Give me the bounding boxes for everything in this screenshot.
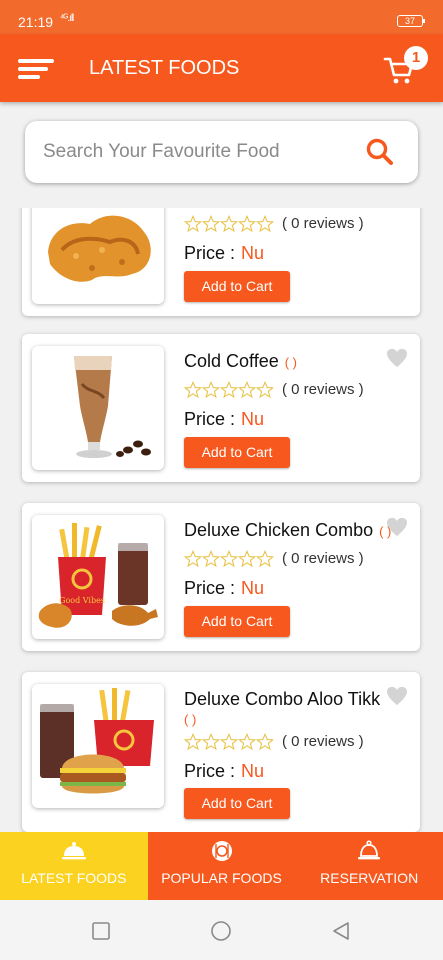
food-card[interactable]: Deluxe Combo Aloo Tikk ( ) ( 0 reviews )… [22,672,420,832]
star-icon[interactable] [238,550,256,568]
bell-icon [358,840,381,860]
star-icon[interactable] [238,733,256,751]
back-icon[interactable] [330,920,352,942]
tab-latest-foods[interactable]: LATEST FOODS [0,832,148,900]
review-count: ( 0 reviews ) [282,733,364,750]
food-list[interactable]: ( 0 reviews ) Price : Nu Add to Cart Cold… [0,208,443,832]
price-label: Price : [184,761,236,781]
food-description: ( ) [184,712,197,727]
home-icon[interactable] [210,920,232,942]
food-card[interactable]: Cold Coffee ( ) ( 0 reviews ) Price : Nu A… [22,334,420,482]
star-icon[interactable] [220,733,238,751]
add-to-cart-button[interactable]: Add to Cart [184,788,290,819]
battery-icon: 37 [397,15,425,27]
search-input[interactable]: Search Your Favourite Food [25,121,418,183]
star-icon[interactable] [184,381,202,399]
food-card[interactable]: ( 0 reviews ) Price : Nu Add to Cart [22,208,420,316]
brand-logo-text: Good Vibes [59,596,105,605]
star-icon[interactable] [184,733,202,751]
food-card[interactable]: Good Vibes Deluxe Chicken Combo( ) ( 0 r… [22,503,420,651]
heart-icon[interactable] [386,517,408,537]
cart-count-badge[interactable]: 1 [404,46,428,70]
recent-apps-icon[interactable] [90,920,112,942]
system-nav-bar [0,900,443,960]
star-icon[interactable] [184,215,202,233]
review-count: ( 0 reviews ) [282,381,364,398]
food-name[interactable]: Deluxe Combo Aloo Tikk [184,688,414,710]
food-image [32,208,164,304]
price-currency: Nu [241,409,265,429]
rating-stars[interactable]: ( 0 reviews ) [184,214,364,234]
app-bar: LATEST FOODS 1 [0,34,443,102]
rating-stars[interactable]: ( 0 reviews ) [184,380,364,400]
food-name-text: Cold Coffee [184,351,279,371]
plate-icon [211,841,232,861]
add-to-cart-button[interactable]: Add to Cart [184,437,290,468]
food-name[interactable]: Deluxe Chicken Combo( ) [184,519,391,543]
star-icon[interactable] [220,550,238,568]
tab-label: RESERVATION [320,870,419,886]
bottom-nav: LATEST FOODS POPULAR FOODS RESERVATION [0,832,443,900]
star-icon[interactable] [202,381,220,399]
tab-popular-foods[interactable]: POPULAR FOODS [147,832,296,900]
star-icon[interactable] [238,215,256,233]
heart-icon[interactable] [386,686,408,706]
star-icon[interactable] [256,381,274,399]
price-currency: Nu [241,761,265,781]
star-icon[interactable] [256,550,274,568]
menu-icon[interactable] [18,59,54,79]
heart-icon[interactable] [386,348,408,368]
price-currency: Nu [241,243,265,263]
status-bar: 21:19 ⁴ᴳ.ıll 37 [0,0,443,34]
tab-reservation[interactable]: RESERVATION [295,832,443,900]
price: Price : Nu [184,242,264,264]
rating-stars[interactable]: ( 0 reviews ) [184,732,364,752]
food-name-text: Deluxe Chicken Combo [184,520,374,540]
cloche-icon [61,842,86,860]
tab-label: POPULAR FOODS [161,870,282,886]
price: Price : Nu [184,760,264,782]
price: Price : Nu [184,408,264,430]
star-icon[interactable] [220,215,238,233]
price-label: Price : [184,578,236,598]
star-icon[interactable] [256,215,274,233]
star-icon[interactable] [238,381,256,399]
rating-stars[interactable]: ( 0 reviews ) [184,549,364,569]
search-placeholder: Search Your Favourite Food [43,141,280,162]
star-icon[interactable] [202,215,220,233]
status-time: 21:19 [18,14,54,30]
search-icon[interactable] [365,137,395,167]
price-label: Price : [184,243,236,263]
price-currency: Nu [241,578,265,598]
food-description: ( ) [284,355,298,370]
food-image [32,684,164,808]
review-count: ( 0 reviews ) [282,215,364,232]
star-icon[interactable] [202,733,220,751]
page-title: LATEST FOODS [89,57,240,79]
star-icon[interactable] [184,550,202,568]
price: Price : Nu [184,577,264,599]
food-image [32,346,164,470]
star-icon[interactable] [220,381,238,399]
review-count: ( 0 reviews ) [282,550,364,567]
signal-icon: ⁴ᴳ.ıll [60,13,74,24]
star-icon[interactable] [202,550,220,568]
tab-label: LATEST FOODS [21,870,127,886]
price-label: Price : [184,409,236,429]
food-name[interactable]: Cold Coffee ( ) [184,350,297,374]
star-icon[interactable] [256,733,274,751]
add-to-cart-button[interactable]: Add to Cart [184,606,290,637]
add-to-cart-button[interactable]: Add to Cart [184,271,290,302]
food-image: Good Vibes [32,515,164,639]
